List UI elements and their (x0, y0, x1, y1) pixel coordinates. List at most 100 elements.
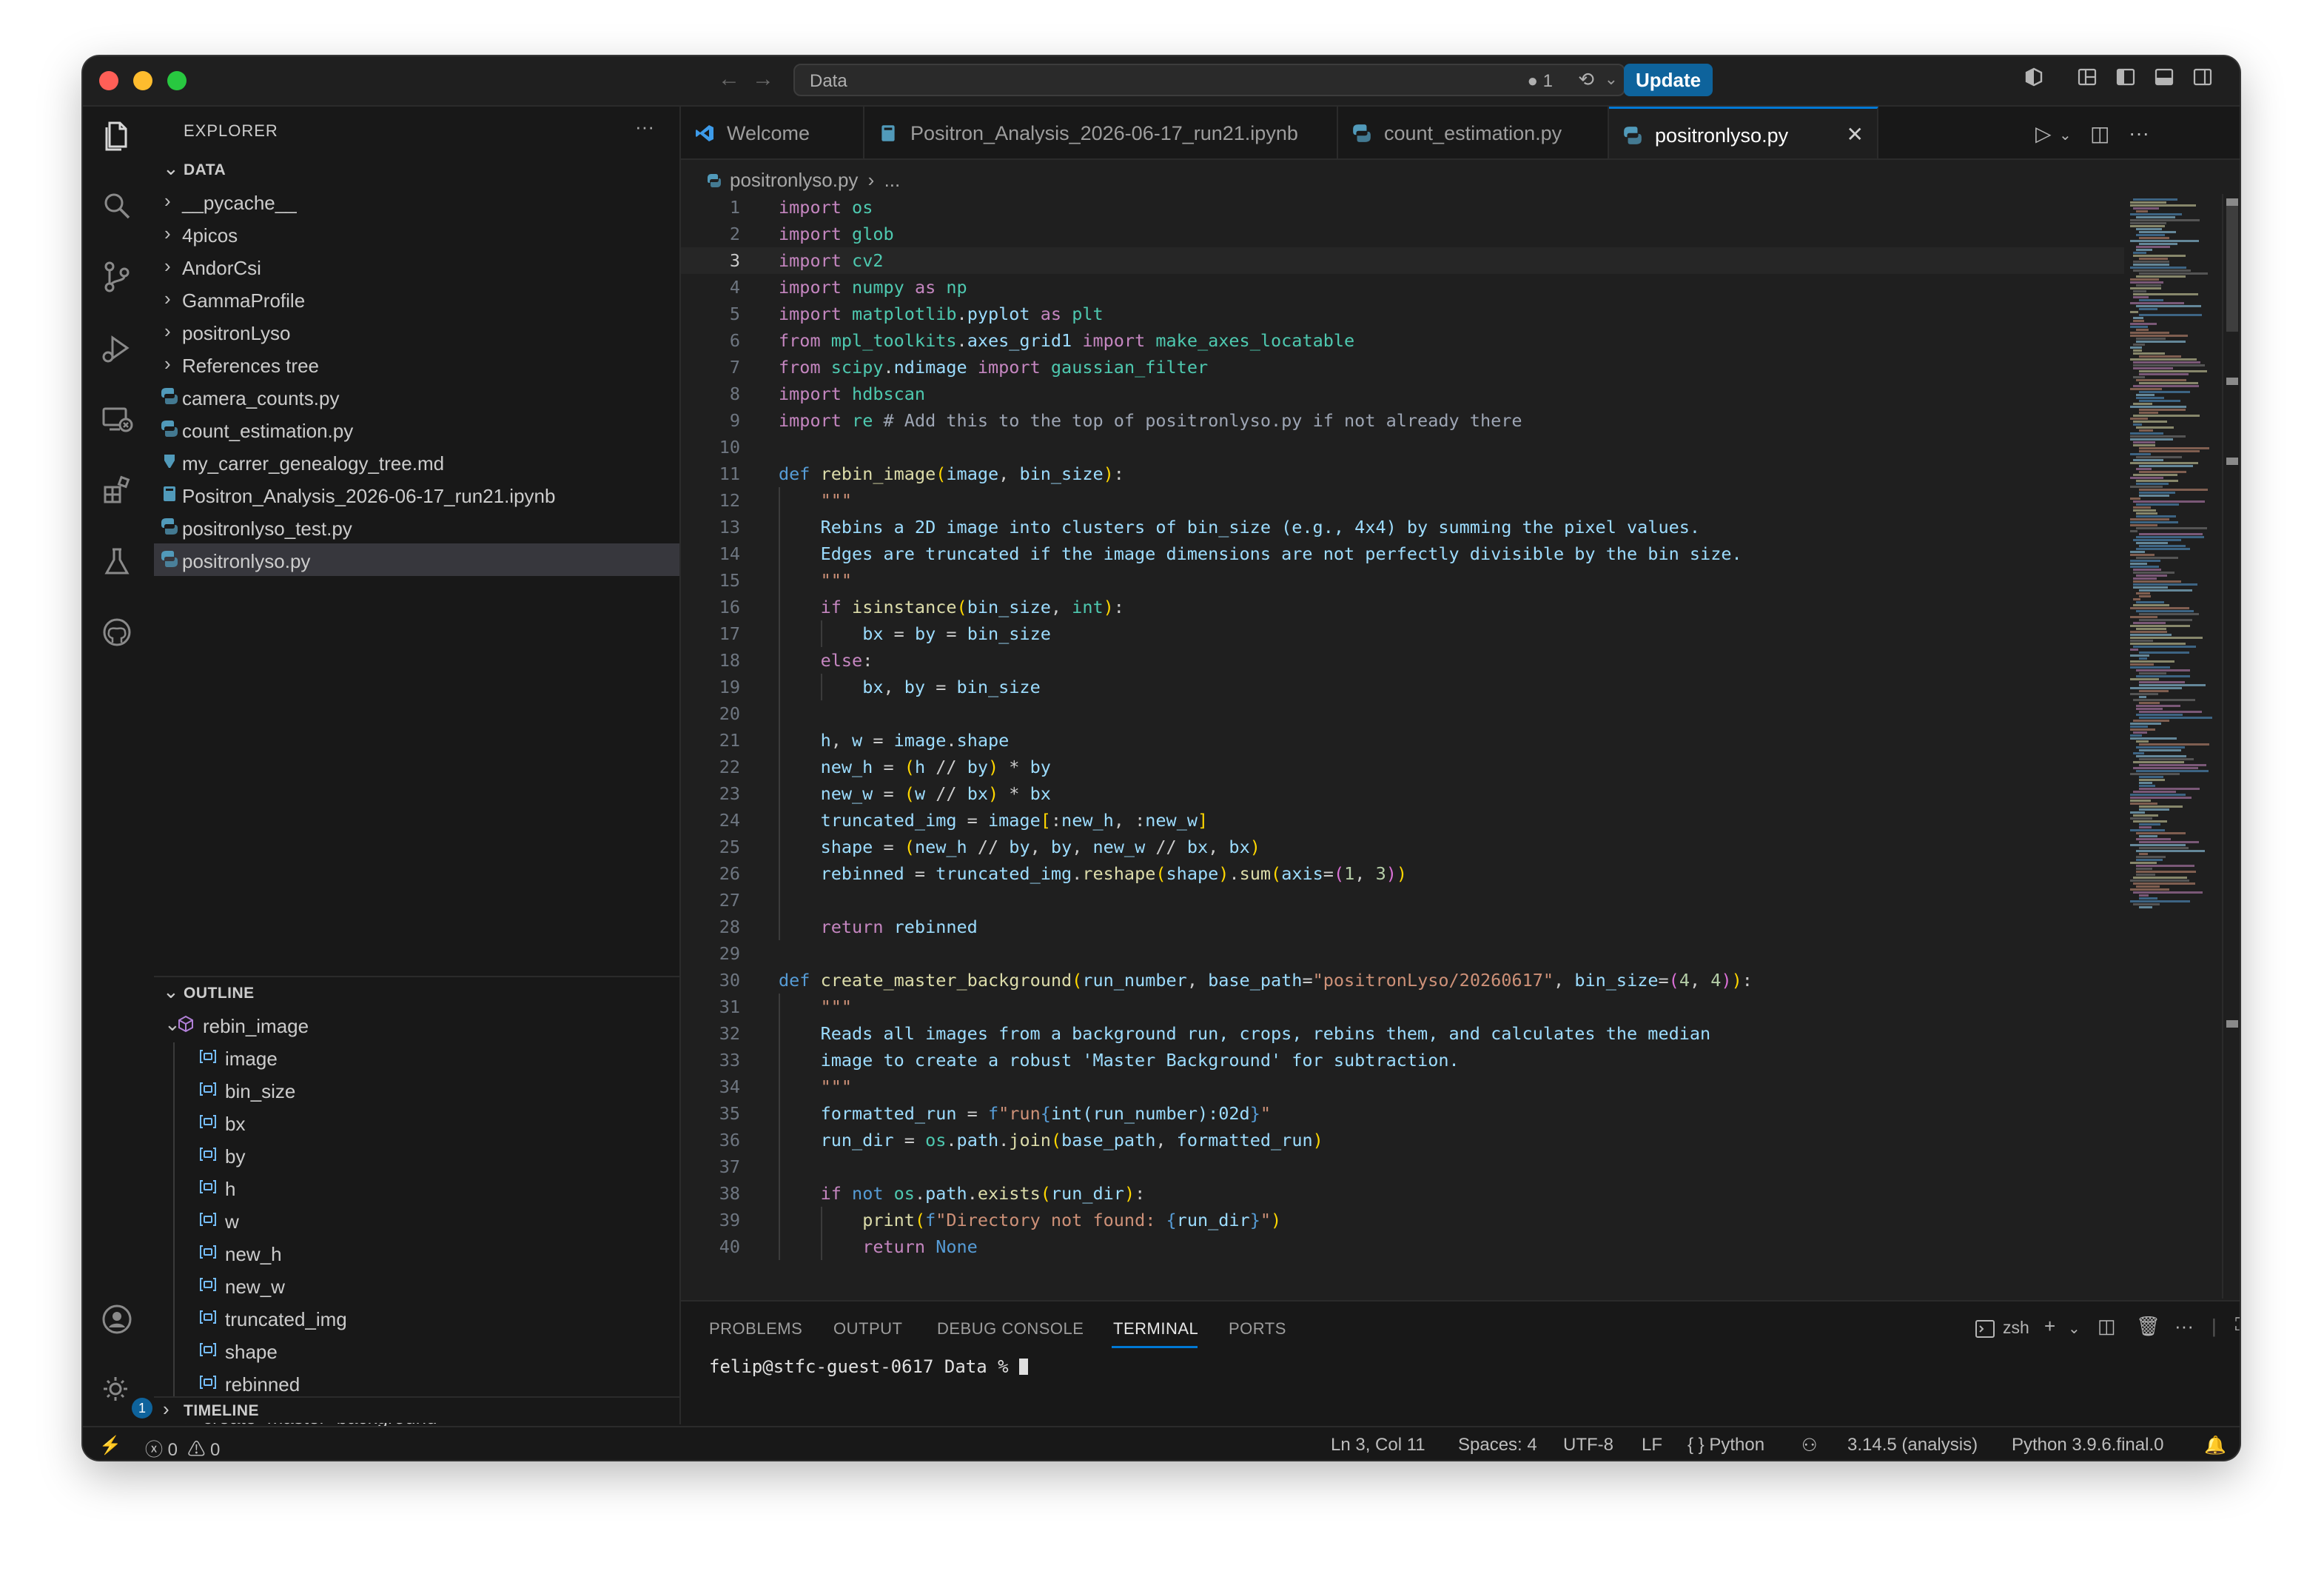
code-line[interactable]: 29 (681, 940, 2124, 967)
encoding-status[interactable]: UTF-8 (1563, 1435, 1613, 1456)
copilot-status-icon[interactable]: ⚇ (1801, 1435, 1818, 1456)
terminal-shell-name[interactable]: zsh (2003, 1318, 2029, 1338)
code-line[interactable]: 39 print(f"Directory not found: {run_dir… (681, 1207, 2124, 1233)
code-line[interactable]: 30 def create_master_background(run_numbe… (681, 967, 2124, 994)
code-line[interactable]: 2 import glob (681, 221, 2124, 247)
breadcrumb-file[interactable]: positronlyso.py (730, 169, 858, 191)
outline-function-item[interactable]: ⌄ rebin_image (154, 1008, 679, 1041)
cursor-position[interactable]: Ln 3, Col 11 (1331, 1435, 1425, 1456)
code-line[interactable]: 14 Edges are truncated if the image dime… (681, 540, 2124, 567)
back-arrow-icon[interactable]: ← (718, 67, 740, 92)
terminal-prompt[interactable]: felip@stfc-guest-0617 Data % (709, 1356, 1029, 1377)
code-line[interactable]: 32 Reads all images from a background ru… (681, 1020, 2124, 1047)
panel-tab[interactable]: PROBLEMS (709, 1319, 802, 1339)
code-line[interactable]: 21 h, w = image.shape (681, 727, 2124, 754)
folder-item[interactable]: › References tree (154, 348, 679, 381)
run-and-debug-icon[interactable] (99, 330, 138, 369)
file-item[interactable]: Positron_Analysis_2026-06-17_run21.ipynb (154, 478, 679, 511)
code-line[interactable]: 20 (681, 700, 2124, 727)
code-line[interactable]: 12 """ (681, 487, 2124, 514)
split-editor-icon[interactable]: ◫ (2090, 121, 2109, 146)
scrollbar-thumb[interactable] (2226, 198, 2238, 332)
file-item[interactable]: count_estimation.py (154, 413, 679, 446)
outline-section-header[interactable]: ⌄ OUTLINE (154, 979, 679, 1008)
code-line[interactable]: 10 (681, 434, 2124, 460)
outline-variable-item[interactable]: by (154, 1139, 679, 1171)
run-python-file-icon[interactable]: ▷ (2035, 121, 2052, 146)
code-line[interactable]: 1 import os (681, 194, 2124, 221)
outline-variable-item[interactable]: bin_size (154, 1073, 679, 1106)
code-line[interactable]: 31 """ (681, 994, 2124, 1020)
explorer-icon[interactable] (99, 117, 138, 155)
more-actions-icon[interactable]: ··· (2174, 1315, 2194, 1338)
breadcrumb-symbol[interactable]: ... (884, 169, 901, 191)
panel-tab[interactable]: PORTS (1229, 1319, 1286, 1339)
panel-tab[interactable]: TERMINAL (1113, 1319, 1198, 1339)
interpreter-status[interactable]: 3.14.5 (analysis) (1847, 1435, 1978, 1456)
folder-item[interactable]: › 4picos (154, 218, 679, 250)
update-button[interactable]: Update (1624, 64, 1713, 96)
code-line[interactable]: 27 (681, 887, 2124, 914)
timeline-section-header[interactable]: › TIMELINE (154, 1398, 679, 1423)
code-line[interactable]: 38 if not os.path.exists(run_dir): (681, 1180, 2124, 1207)
remote-explorer-icon[interactable] (99, 401, 138, 440)
more-actions-icon[interactable]: ··· (2129, 121, 2149, 145)
more-actions-icon[interactable]: ··· (635, 115, 654, 138)
trash-icon[interactable]: 🗑 (2136, 1315, 2160, 1338)
code-line[interactable]: 16 if isinstance(bin_size, int): (681, 594, 2124, 620)
minimize-window-button[interactable] (133, 71, 152, 90)
folder-item[interactable]: › __pycache__ (154, 185, 679, 218)
folder-item[interactable]: › positronLyso (154, 315, 679, 348)
code-line[interactable]: 4 import numpy as np (681, 274, 2124, 301)
sync-icon[interactable]: ⟲ (1578, 68, 1594, 91)
editor-tab[interactable]: positronlyso.py ✕ (1609, 107, 1878, 158)
extensions-icon[interactable] (99, 472, 138, 511)
outline-variable-item[interactable]: rebinned (154, 1367, 679, 1399)
indentation-status[interactable]: Spaces: 4 (1458, 1435, 1537, 1456)
code-line[interactable]: 8 import hdbscan (681, 381, 2124, 407)
command-center-search[interactable]: Data ● 1 ⟲ ⌄ (793, 64, 1625, 96)
file-item[interactable]: positronlyso_test.py (154, 511, 679, 543)
folder-item[interactable]: › AndorCsi (154, 250, 679, 283)
toggle-primary-sidebar-icon[interactable] (2115, 67, 2136, 87)
code-line[interactable]: 26 rebinned = truncated_img.reshape(shap… (681, 860, 2124, 887)
customize-layout-icon[interactable] (2077, 67, 2098, 87)
search-icon[interactable] (99, 188, 138, 227)
problems-status[interactable]: ⓧ 0 ⚠ 0 (145, 1435, 220, 1460)
outline-variable-item[interactable]: new_h (154, 1236, 679, 1269)
minimap[interactable] (2127, 194, 2212, 1299)
outline-variable-item[interactable]: w (154, 1204, 679, 1236)
toggle-panel-icon[interactable] (2154, 67, 2174, 87)
code-line[interactable]: 22 new_h = (h // by) * by (681, 754, 2124, 780)
code-line[interactable]: 11 def rebin_image(image, bin_size): (681, 460, 2124, 487)
outline-variable-item[interactable]: image (154, 1041, 679, 1073)
code-editor[interactable]: 1 import os 2 import glob 3 import cv2 4 import… (681, 194, 2240, 1299)
panel-tab[interactable]: DEBUG CONSOLE (937, 1319, 1084, 1339)
eol-status[interactable]: LF (1642, 1435, 1662, 1456)
code-line[interactable]: 15 """ (681, 567, 2124, 594)
outline-variable-item[interactable]: h (154, 1171, 679, 1204)
code-line[interactable]: 24 truncated_img = image[:new_h, :new_w] (681, 807, 2124, 834)
remote-indicator-icon[interactable]: ⚡ (99, 1435, 121, 1456)
code-line[interactable]: 13 Rebins a 2D image into clusters of bi… (681, 514, 2124, 540)
code-line[interactable]: 9 import re # Add this to the top of posi… (681, 407, 2124, 434)
code-line[interactable]: 7 from scipy.ndimage import gaussian_filt… (681, 354, 2124, 381)
python-version-status[interactable]: Python 3.9.6.final.0 (2012, 1435, 2163, 1456)
code-line[interactable]: 25 shape = (new_h // by, by, new_w // bx… (681, 834, 2124, 860)
accounts-icon[interactable] (99, 1302, 138, 1340)
close-window-button[interactable] (99, 71, 118, 90)
code-line[interactable]: 35 formatted_run = f"run{int(run_number)… (681, 1100, 2124, 1127)
file-item[interactable]: camera_counts.py (154, 381, 679, 413)
outline-variable-item[interactable]: new_w (154, 1269, 679, 1302)
editor-tab[interactable]: count_estimation.py (1338, 107, 1609, 158)
code-line[interactable]: 18 else: (681, 647, 2124, 674)
code-line[interactable]: 17 bx = by = bin_size (681, 620, 2124, 647)
outline-variable-item[interactable]: bx (154, 1106, 679, 1139)
copilot-icon[interactable] (2024, 67, 2044, 87)
chevron-down-icon[interactable]: ⌄ (2068, 1319, 2080, 1338)
language-mode[interactable]: { } Python (1687, 1435, 1764, 1456)
code-line[interactable]: 19 bx, by = bin_size (681, 674, 2124, 700)
testing-flask-icon[interactable] (99, 543, 138, 582)
code-line[interactable]: 40 return None (681, 1233, 2124, 1260)
github-icon[interactable] (99, 614, 138, 653)
